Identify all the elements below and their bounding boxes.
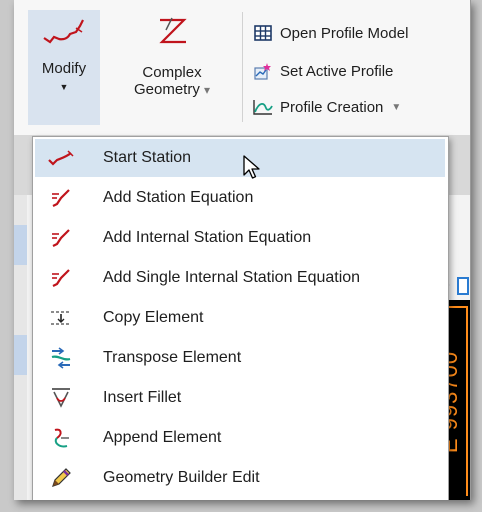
- open-profile-model-button[interactable]: Open Profile Model: [252, 22, 408, 44]
- left-panel: [14, 195, 27, 500]
- modify-label: Modify: [41, 60, 87, 77]
- complex-geometry-caret-icon: ▾: [204, 83, 211, 97]
- menu-item-transpose-element[interactable]: Transpose Element: [35, 339, 445, 377]
- add-single-internal-station-equation-icon: [41, 259, 81, 297]
- modify-icon: [43, 19, 84, 44]
- menu-item-label: Copy Element: [103, 309, 204, 326]
- append-element-icon: [41, 419, 81, 457]
- geometry-builder-edit-icon: [41, 459, 81, 497]
- menu-item-label: Add Station Equation: [103, 189, 254, 206]
- menu-item-label: Transpose Element: [103, 349, 242, 366]
- open-profile-model-label: Open Profile Model: [280, 24, 409, 42]
- menu-item-label: Append Element: [103, 429, 222, 446]
- profile-creation-button[interactable]: Profile Creation ▼: [252, 96, 401, 118]
- menu-item-insert-fillet[interactable]: Insert Fillet: [35, 379, 445, 417]
- table-grid-icon: [252, 23, 274, 43]
- mouse-cursor-icon: [243, 155, 260, 179]
- menu-item-label: Add Single Internal Station Equation: [103, 269, 361, 286]
- menu-item-append-element[interactable]: Append Element: [35, 419, 445, 457]
- left-panel-block: [14, 335, 27, 375]
- ribbon: Modify ▼ Complex Geometry ▾ Open Profile…: [14, 0, 470, 135]
- complex-geometry-label-line1: Complex: [142, 64, 202, 81]
- modify-caret-icon: ▼: [59, 82, 69, 92]
- menu-item-copy-element[interactable]: Copy Element: [35, 299, 445, 337]
- transpose-element-icon: [41, 339, 81, 377]
- left-panel-block: [14, 225, 27, 265]
- menu-item-label: Start Station: [103, 149, 192, 166]
- add-station-equation-icon: [41, 179, 81, 217]
- menu-item-geometry-builder-edit[interactable]: Geometry Builder Edit: [35, 459, 445, 497]
- add-internal-station-equation-icon: [41, 219, 81, 257]
- complex-geometry-label-text: Geometry: [133, 81, 200, 98]
- insert-fillet-icon: [41, 379, 81, 417]
- ribbon-separator: [242, 12, 243, 122]
- menu-item-add-internal-station-equation[interactable]: Add Internal Station Equation: [35, 219, 445, 257]
- modify-button[interactable]: Modify ▼: [28, 10, 100, 125]
- menu-item-label: Geometry Builder Edit: [103, 469, 260, 486]
- menu-item-add-single-internal-station-equation[interactable]: Add Single Internal Station Equation: [35, 259, 445, 297]
- menu-item-add-station-equation[interactable]: Add Station Equation: [35, 179, 445, 217]
- menu-item-label: Insert Fillet: [103, 389, 182, 406]
- copy-element-icon: [41, 299, 81, 337]
- set-active-profile-icon: [252, 61, 274, 81]
- menu-item-label: Add Internal Station Equation: [103, 229, 312, 246]
- canvas-border-line: [466, 306, 468, 496]
- modify-dropdown-menu: Start Station Add Station Equation Add I…: [32, 136, 449, 500]
- set-active-profile-label: Set Active Profile: [280, 62, 394, 80]
- application-window: Modify ▼ Complex Geometry ▾ Open Profile…: [14, 0, 471, 500]
- profile-creation-label: Profile Creation: [280, 98, 384, 116]
- complex-geometry-label-line2: Geometry ▾: [134, 81, 210, 99]
- fit-view-icon[interactable]: [456, 276, 470, 296]
- complex-geometry-button[interactable]: Complex Geometry ▾: [118, 10, 226, 125]
- set-active-profile-button[interactable]: Set Active Profile: [252, 60, 393, 82]
- profile-creation-caret-icon: ▼: [391, 101, 402, 113]
- complex-geometry-icon: [159, 17, 187, 44]
- menu-item-start-station[interactable]: Start Station: [35, 139, 445, 177]
- start-station-icon: [41, 139, 81, 177]
- profile-creation-icon: [252, 97, 274, 117]
